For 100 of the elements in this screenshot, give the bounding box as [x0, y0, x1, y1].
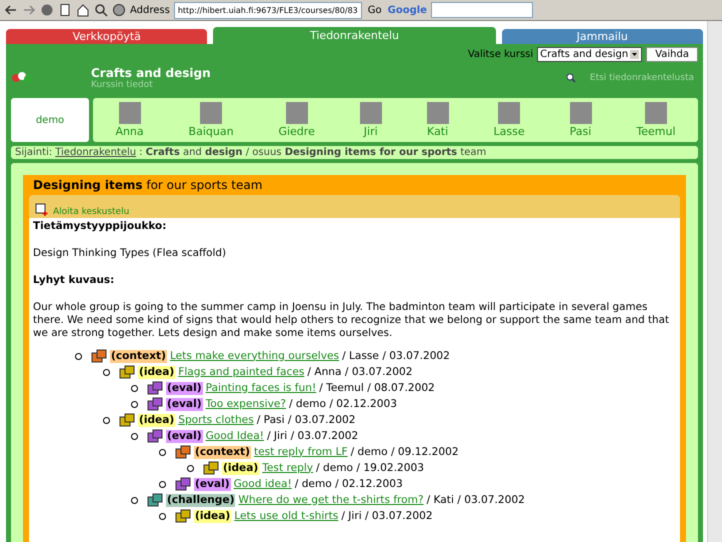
search-field[interactable] — [430, 2, 533, 18]
caret-icon — [630, 50, 640, 59]
go-button[interactable]: Go — [366, 2, 384, 18]
note-link[interactable]: test reply from LF — [254, 446, 348, 458]
search-icon[interactable] — [566, 73, 576, 83]
description-text: Our whole group is going to the summer camp in Joensu in July. The badminton team will participate in several games there. We need some kind of signs that would help others to recognize that we belong or support the same team and that we are strong together. Lets design and make some items ourselves. — [33, 301, 670, 340]
note-author-date: / demo / 02.12.2003 — [294, 478, 403, 490]
note-icon — [91, 349, 107, 363]
home-icon[interactable] — [76, 3, 90, 17]
section-tab[interactable]: Jammailu — [502, 29, 703, 44]
bullet-icon — [131, 400, 138, 408]
avatar-placeholder — [426, 102, 449, 124]
member-name-link[interactable]: Jiri — [364, 125, 378, 138]
note-icon — [119, 365, 135, 379]
note-icon — [203, 461, 219, 475]
note-link[interactable]: Good Idea! — [206, 430, 264, 442]
note-type-tag: (eval) — [166, 430, 203, 442]
note-icon — [147, 381, 163, 395]
bullet-icon — [187, 464, 194, 472]
note-icon — [147, 493, 163, 507]
note-link[interactable]: Lets make everything ourselves — [170, 350, 340, 362]
note-link[interactable]: Sports clothes — [178, 414, 254, 426]
member-name-link[interactable]: Giedre — [278, 125, 315, 138]
section-tab[interactable]: Verkkopöytä — [6, 29, 208, 44]
member-name-link[interactable]: Pasi — [570, 125, 592, 138]
note-author-date: / demo / 09.12.2002 — [350, 446, 459, 458]
note-author-date: / Kati / 03.07.2002 — [426, 494, 525, 506]
bullet-icon — [75, 352, 82, 360]
bullet-icon — [103, 416, 110, 424]
note-author-date: / demo / 02.12.2003 — [289, 398, 397, 410]
bullet-icon — [159, 448, 166, 456]
description-heading: Lyhyt kuvaus: — [33, 274, 116, 287]
course-select[interactable]: Crafts and design — [537, 47, 642, 62]
stop-icon[interactable] — [40, 3, 54, 17]
note-link[interactable]: Good idea! — [234, 478, 292, 490]
note-author-date: / Jiri / 03.07.2002 — [341, 510, 433, 522]
globe-icon[interactable] — [112, 3, 126, 17]
address-label: Address — [130, 4, 170, 16]
avatar-placeholder — [498, 102, 520, 124]
people-group-icon — [11, 70, 33, 86]
note-type-tag: (idea) — [138, 414, 176, 426]
section-tab[interactable]: Tiedonrakentelu — [213, 27, 496, 44]
start-discussion-link[interactable]: Aloita keskustelu — [53, 207, 130, 217]
change-button[interactable]: Vaihda — [646, 47, 698, 62]
bullet-icon — [131, 384, 138, 392]
note-icon — [119, 413, 135, 427]
note-author-date: / Jiri / 03.07.2002 — [266, 430, 358, 442]
avatar-placeholder — [200, 102, 222, 124]
breadcrumb-path: : Crafts and design / osuus Designing items for our sports team — [139, 147, 486, 158]
search-brand-label: Google — [388, 4, 427, 16]
course-select-label: Valitse kurssi — [468, 49, 534, 60]
note-type-tag: (idea) — [194, 510, 232, 522]
bullet-icon — [103, 368, 110, 376]
note-icon — [175, 477, 191, 491]
member-name-link[interactable]: Teemul — [636, 125, 676, 138]
note-link[interactable]: Where do we get the t-shirts from? — [238, 494, 424, 506]
note-type-tag: (context) — [194, 446, 251, 458]
bullet-icon — [159, 480, 166, 488]
breadcrumb-link[interactable]: Tiedonrakentelu — [55, 147, 136, 158]
note-link[interactable]: Too expensive? — [206, 398, 286, 410]
new-note-icon[interactable] — [35, 203, 49, 217]
note-type-tag: (challenge) — [166, 494, 236, 506]
member-name-link[interactable]: Baiquan — [188, 125, 234, 138]
note-icon — [175, 445, 191, 459]
member-name-link[interactable]: Lasse — [494, 125, 525, 138]
member-name-link[interactable]: Kati — [427, 125, 448, 138]
back-arrow-icon[interactable] — [4, 3, 18, 17]
note-author-date: / Lasse / 03.07.2002 — [342, 350, 450, 362]
note-link[interactable]: Test reply — [262, 462, 314, 474]
member-name-link[interactable]: Anna — [115, 125, 144, 138]
address-field[interactable]: http://hibert.uiah.fi:9673/FLE3/courses/80/83 — [174, 2, 362, 18]
avatar-placeholder — [570, 102, 592, 124]
bullet-icon — [131, 432, 138, 440]
note-link[interactable]: Lets use old t-shirts — [234, 510, 338, 522]
note-icon — [147, 429, 163, 443]
note-link[interactable]: Flags and painted faces — [178, 366, 304, 378]
thread-title: Designing items for our sports team — [32, 177, 264, 194]
avatar-placeholder — [360, 102, 382, 124]
note-type-tag: (context) — [110, 350, 167, 362]
note-author-date: / demo / 19.02.2003 — [316, 462, 424, 474]
course-title: Crafts and design — [91, 66, 212, 80]
scrollbar[interactable] — [707, 21, 722, 542]
note-type-tag: (eval) — [194, 478, 231, 490]
avatar-placeholder — [286, 102, 308, 124]
note-type-tag: (eval) — [166, 382, 203, 394]
note-author-date: / Pasi / 03.07.2002 — [256, 414, 356, 426]
type-heading: Tietämystyyppijoukko: — [33, 220, 168, 233]
note-icon — [175, 509, 191, 523]
note-author-date: / Anna / 03.07.2002 — [307, 366, 412, 378]
avatar-placeholder — [644, 102, 667, 124]
search-icon[interactable] — [94, 3, 108, 17]
note-type-tag: (idea) — [138, 366, 176, 378]
current-user-label: demo — [11, 98, 89, 142]
note-link[interactable]: Painting faces is fun! — [206, 382, 316, 394]
type-value: Design Thinking Types (Flea scaffold) — [33, 247, 228, 260]
note-icon — [147, 397, 163, 411]
avatar-placeholder — [118, 102, 141, 124]
bullet-icon — [131, 496, 138, 504]
note-type-tag: (eval) — [166, 398, 203, 410]
breadcrumb-label: Sijainti: — [15, 147, 52, 158]
